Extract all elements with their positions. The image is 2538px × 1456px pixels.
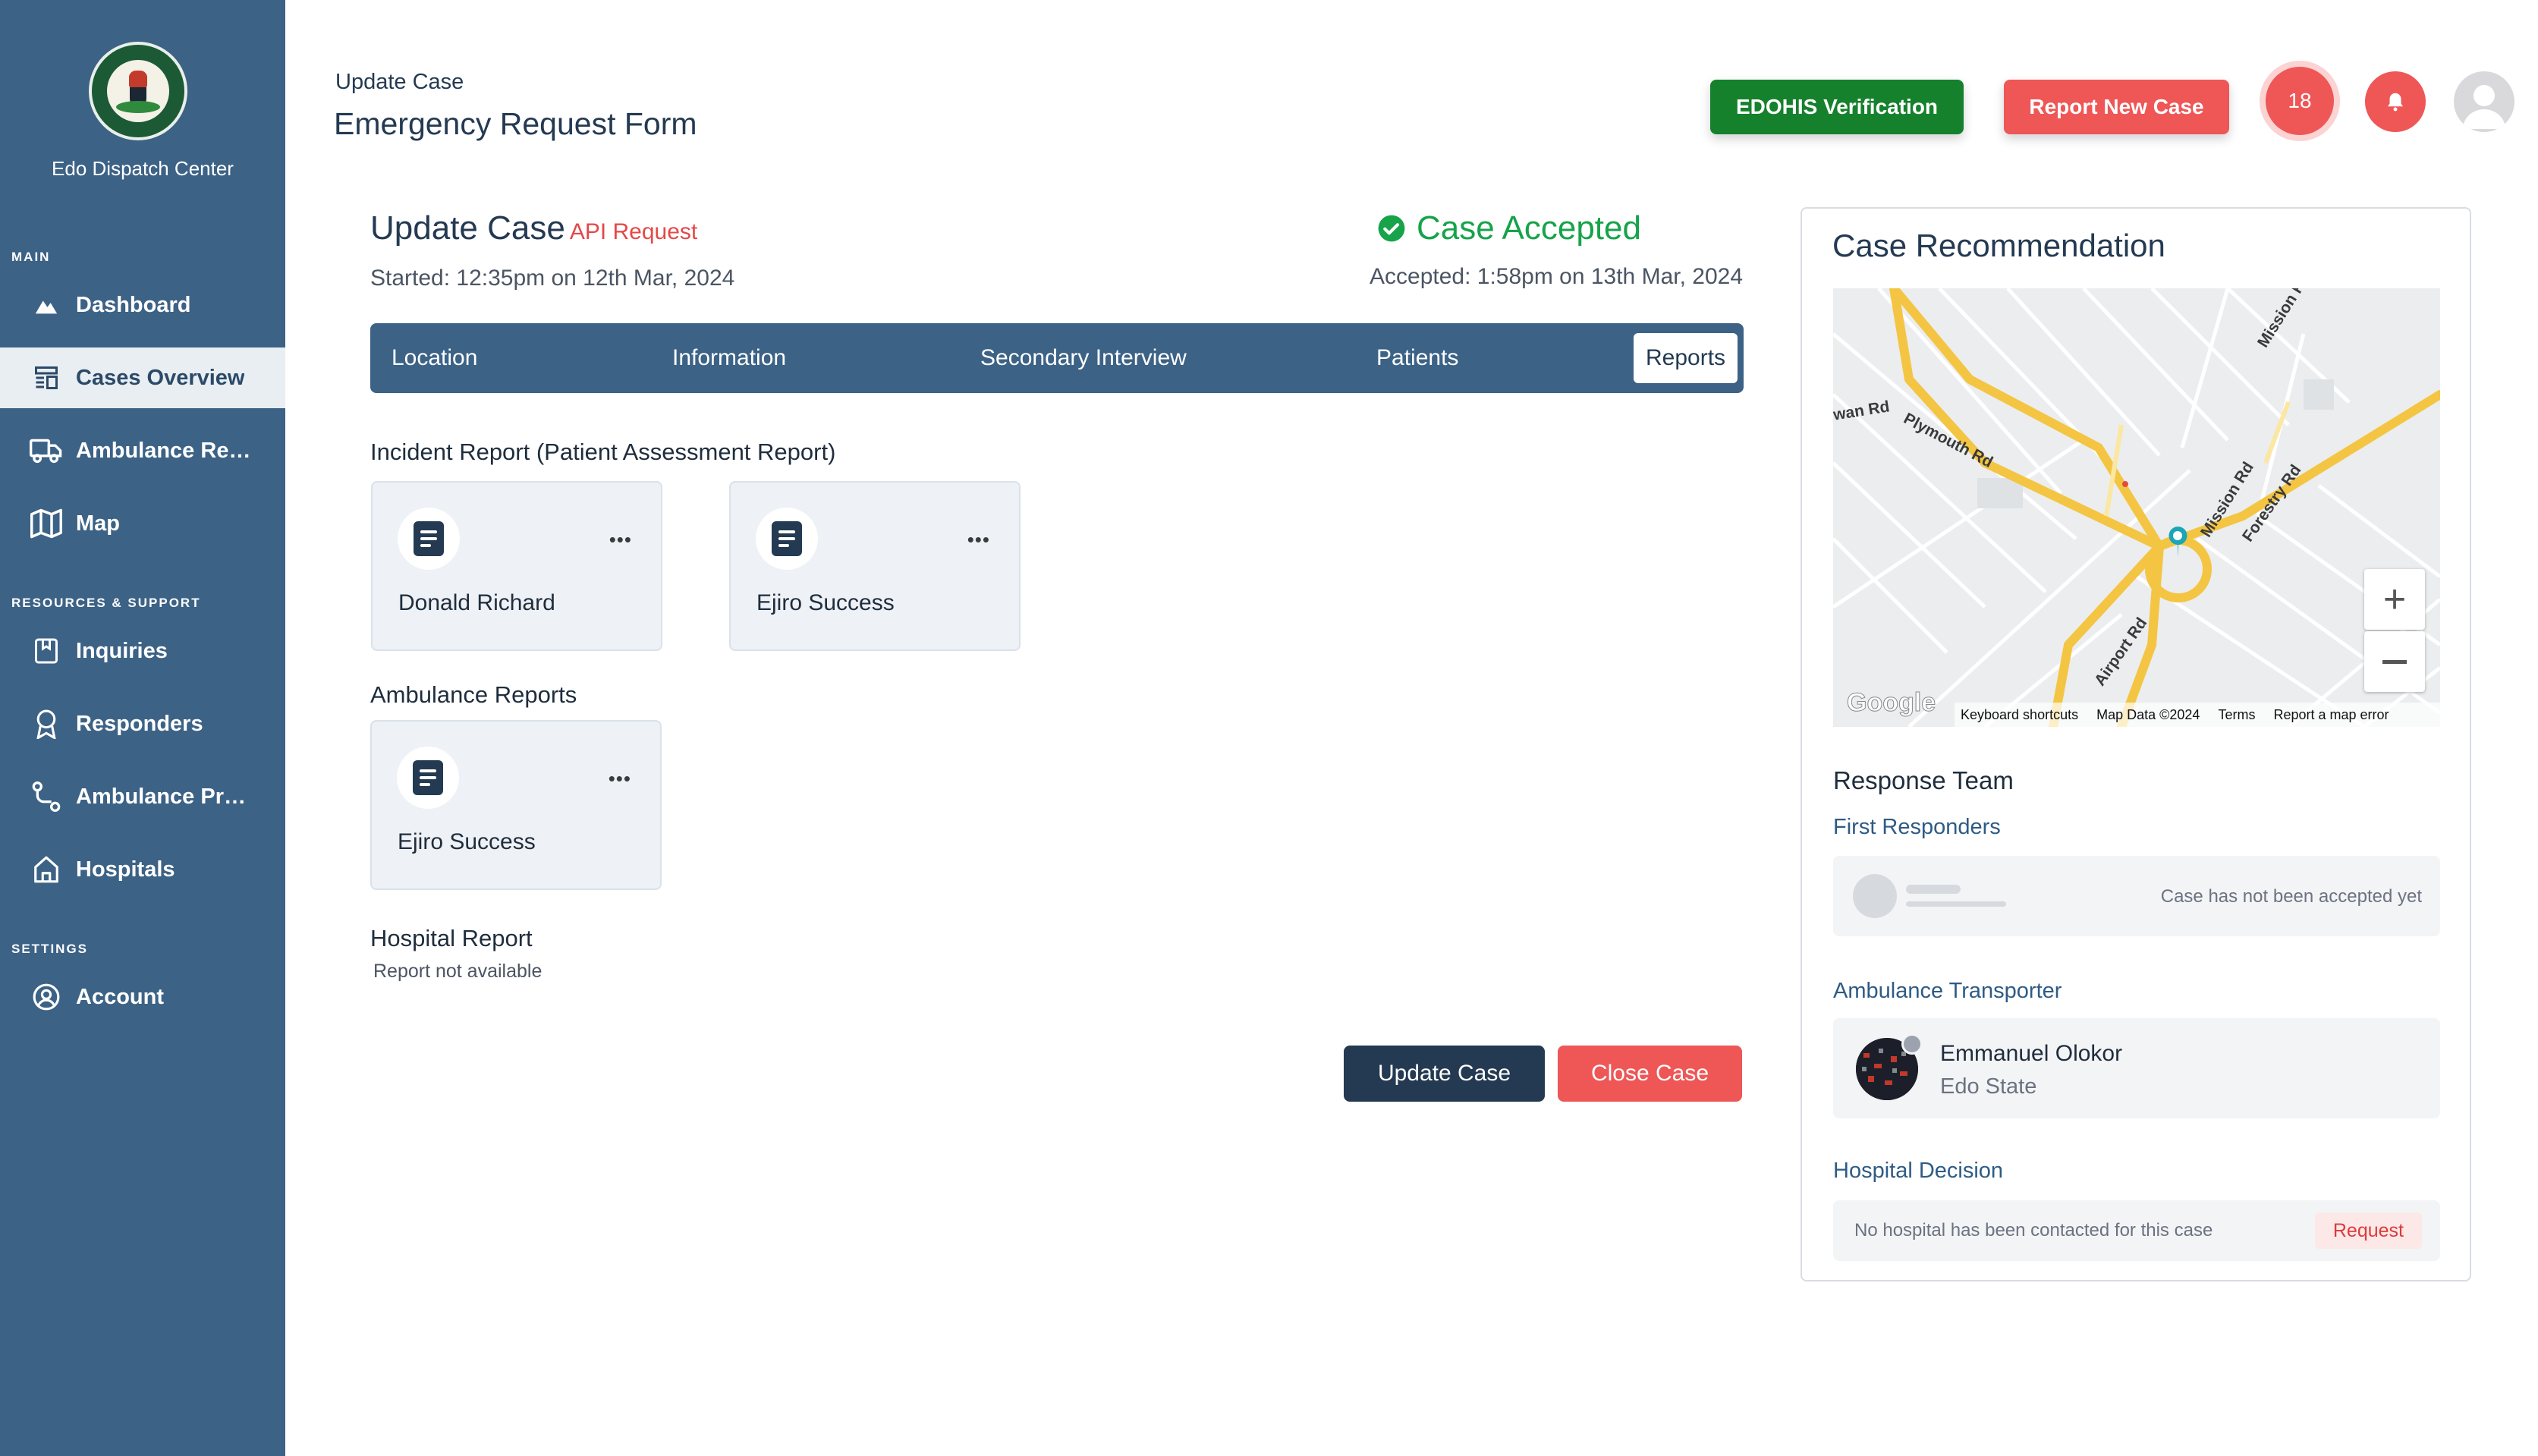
document-icon [398, 508, 460, 570]
map-view[interactable]: Plymouth Rd Mission Rd Mission Rd Forest… [1833, 288, 2440, 727]
case-started-time: Started: 12:35pm on 12th Mar, 2024 [370, 266, 735, 291]
document-icon [397, 747, 459, 809]
report-card[interactable]: ••• Ejiro Success [729, 481, 1021, 651]
more-options-icon[interactable]: ••• [609, 767, 631, 791]
map-icon [29, 506, 64, 541]
report-card-name: Ejiro Success [756, 590, 895, 615]
dashboard-icon [29, 288, 64, 322]
section-label-resources: RESOURCES & SUPPORT [11, 596, 201, 610]
edo-state-seal-logo [89, 42, 187, 140]
sidebar-item-label: Account [76, 984, 164, 1009]
request-hospital-button[interactable]: Request [2314, 1212, 2422, 1249]
sidebar-item-label: Cases Overview [76, 365, 245, 390]
breadcrumb: Update Case [335, 70, 464, 94]
report-card-name: Ejiro Success [398, 829, 536, 854]
responders-icon [29, 706, 64, 741]
case-recommendation-title: Case Recommendation [1832, 228, 2165, 263]
case-tabs: Location Information Secondary Interview… [370, 323, 1744, 393]
ambulance-icon [29, 433, 64, 468]
map-footer: Keyboard shortcuts Map Data ©2024 Terms … [1955, 703, 2440, 727]
zoom-in-icon[interactable]: + [2364, 569, 2425, 630]
inquiries-icon [29, 634, 64, 668]
check-circle-icon [1378, 215, 1405, 242]
sidebar-item-label: Hospitals [76, 857, 175, 882]
transporter-name: Emmanuel Olokor [1940, 1041, 2123, 1066]
more-options-icon[interactable]: ••• [967, 528, 990, 552]
more-options-icon[interactable]: ••• [609, 528, 632, 552]
tab-location[interactable]: Location [392, 323, 477, 393]
zoom-out-icon[interactable] [2364, 631, 2425, 692]
text-placeholder [1906, 901, 2006, 907]
incident-report-heading: Incident Report (Patient Assessment Repo… [370, 439, 836, 465]
sidebar-item-label: Map [76, 511, 120, 536]
case-status-text: Case Accepted [1417, 209, 1641, 247]
map-roads [1833, 288, 2440, 727]
transporter-state: Edo State [1940, 1074, 2037, 1099]
report-card[interactable]: ••• Ejiro Success [370, 720, 662, 890]
response-team-heading: Response Team [1833, 766, 2014, 794]
section-label-main: MAIN [11, 250, 51, 264]
sidebar-item-responders[interactable]: Responders [0, 693, 285, 754]
first-responders-note: Case has not been accepted yet [2160, 886, 2422, 907]
sidebar-item-label: Responders [76, 711, 203, 736]
text-placeholder [1906, 885, 1961, 894]
sidebar-item-inquiries[interactable]: Inquiries [0, 621, 285, 681]
cases-icon [29, 360, 64, 395]
update-case-button[interactable]: Update Case [1344, 1046, 1545, 1102]
map-terms-link[interactable]: Terms [2218, 707, 2255, 723]
section-label-settings: SETTINGS [11, 942, 89, 956]
hospital-report-note: Report not available [373, 961, 543, 982]
sidebar-item-label: Inquiries [76, 638, 168, 663]
bell-icon[interactable] [2365, 71, 2426, 132]
map-keyboard-shortcuts-link[interactable]: Keyboard shortcuts [1961, 707, 2078, 723]
sidebar-item-map[interactable]: Map [0, 493, 285, 554]
report-card[interactable]: ••• Donald Richard [371, 481, 662, 651]
sidebar-item-label: Dashboard [76, 292, 191, 317]
tab-information[interactable]: Information [672, 323, 786, 393]
tab-patients[interactable]: Patients [1376, 323, 1458, 393]
hospital-report-heading: Hospital Report [370, 925, 533, 951]
first-responders-label: First Responders [1833, 815, 2001, 839]
case-status: Case Accepted [1377, 209, 1641, 247]
first-responders-box: Case has not been accepted yet [1833, 856, 2440, 936]
route-icon [29, 779, 64, 814]
api-request-tag: API Request [569, 219, 698, 244]
sidebar-item-cases-overview[interactable]: Cases Overview [0, 347, 285, 408]
status-dot [1901, 1033, 1923, 1055]
user-avatar[interactable] [2454, 71, 2514, 132]
map-data-label: Map Data ©2024 [2096, 706, 2200, 722]
report-new-case-button[interactable]: Report New Case [2004, 80, 2229, 134]
page-title: Emergency Request Form [334, 106, 697, 141]
sidebar-item-hospitals[interactable]: Hospitals [0, 839, 285, 900]
hospital-decision-note: No hospital has been contacted for this … [1854, 1220, 2213, 1241]
notification-count-badge[interactable]: 18 [2266, 67, 2334, 135]
report-card-name: Donald Richard [398, 590, 555, 615]
case-accepted-time: Accepted: 1:58pm on 13th Mar, 2024 [1370, 264, 1743, 289]
google-logo: Google [1846, 688, 1936, 718]
map-report-error-link[interactable]: Report a map error [2273, 707, 2389, 723]
close-case-button[interactable]: Close Case [1558, 1046, 1742, 1102]
case-title: Update Case API Request [370, 209, 697, 247]
sidebar-item-ambulance-requests[interactable]: Ambulance Req... [0, 420, 285, 481]
hospital-decision-label: Hospital Decision [1833, 1159, 2004, 1183]
case-title-text: Update Case [370, 209, 565, 247]
edohis-verification-button[interactable]: EDOHIS Verification [1710, 80, 1964, 134]
brand-name: Edo Dispatch Center [52, 157, 234, 180]
sidebar-item-dashboard[interactable]: Dashboard [0, 275, 285, 335]
tab-reports[interactable]: Reports [1634, 333, 1738, 383]
hospital-icon [29, 852, 64, 887]
avatar-placeholder [1853, 874, 1897, 918]
sidebar-item-label: Ambulance Prov... [76, 784, 258, 809]
transporter-card[interactable]: Emmanuel Olokor Edo State [1833, 1018, 2440, 1118]
account-icon [29, 980, 64, 1014]
ambulance-transporter-label: Ambulance Transporter [1833, 979, 2062, 1003]
document-icon [756, 508, 818, 570]
hospital-decision-box: No hospital has been contacted for this … [1833, 1200, 2440, 1261]
sidebar: Edo Dispatch Center MAIN Dashboard Cases… [0, 0, 285, 1456]
tab-secondary-interview[interactable]: Secondary Interview [980, 323, 1187, 393]
sidebar-item-label: Ambulance Req... [76, 438, 258, 463]
sidebar-item-ambulance-providers[interactable]: Ambulance Prov... [0, 766, 285, 827]
sidebar-item-account[interactable]: Account [0, 967, 285, 1027]
ambulance-reports-heading: Ambulance Reports [370, 681, 577, 708]
